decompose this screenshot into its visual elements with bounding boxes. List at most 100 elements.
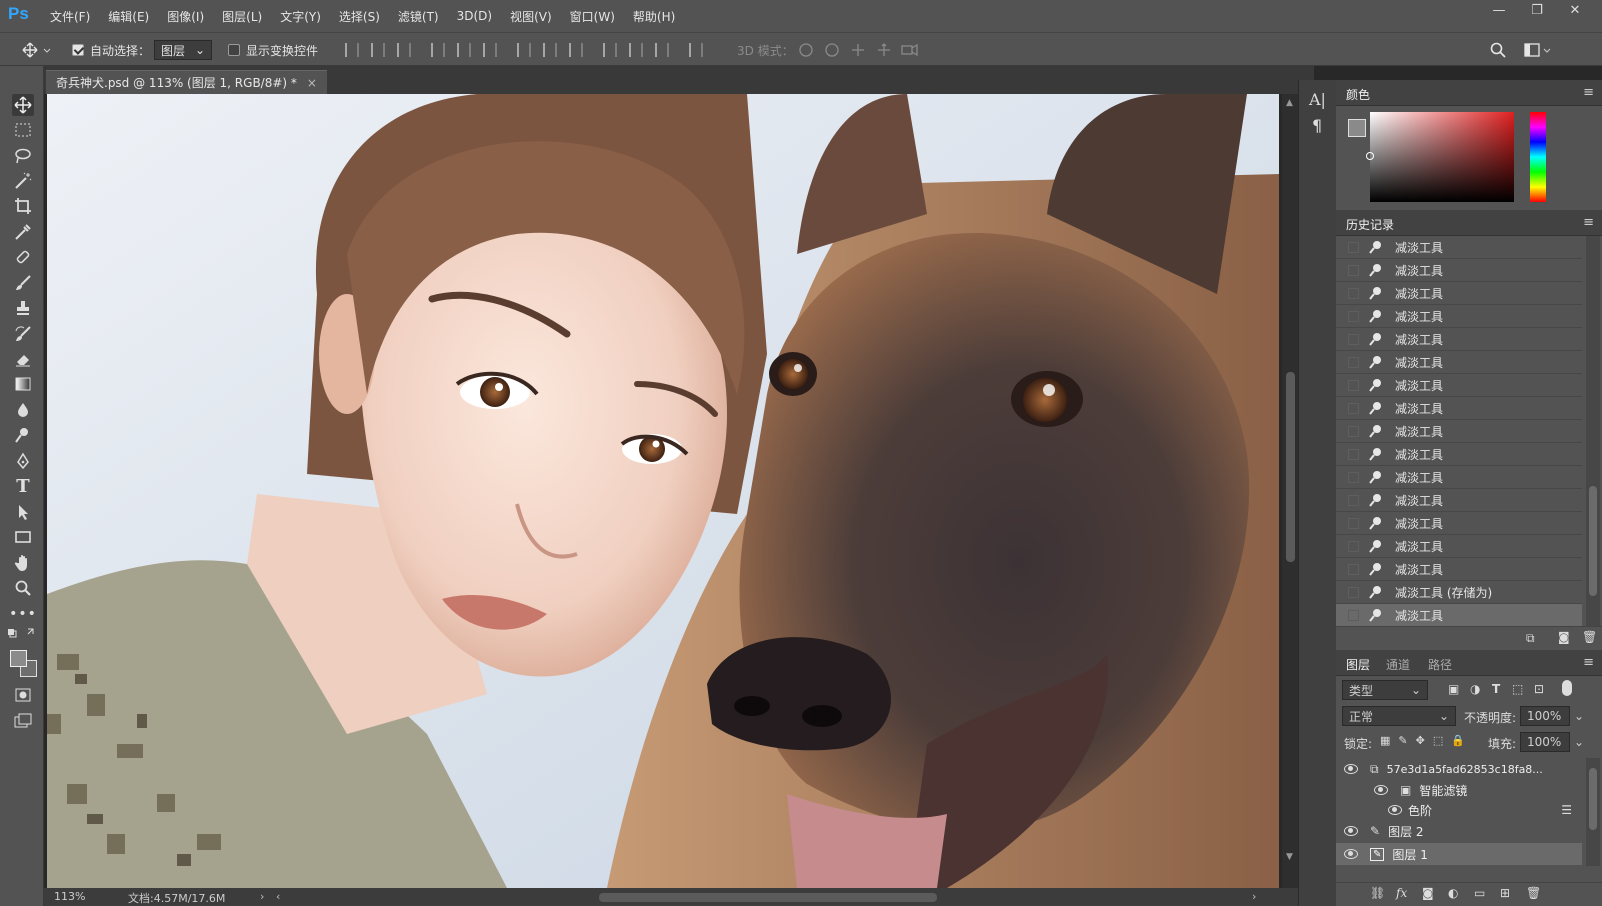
fill-input[interactable]: 100%	[1520, 732, 1570, 752]
menu-window[interactable]: 窗口(W)	[570, 8, 615, 25]
menu-select[interactable]: 选择(S)	[339, 8, 380, 25]
layers-scrollbar[interactable]	[1586, 758, 1600, 866]
distribute-hcenter-icon[interactable]	[629, 43, 643, 57]
filter-type-icon[interactable]: T	[1492, 682, 1500, 696]
history-scroll-thumb[interactable]	[1589, 486, 1597, 596]
history-panel-title[interactable]: 历史记录	[1346, 216, 1394, 233]
distribute-top-icon[interactable]	[517, 43, 531, 57]
auto-select-target-dropdown[interactable]: 图层 ⌄	[154, 40, 212, 60]
paragraph-panel-icon[interactable]: ¶	[1312, 116, 1322, 135]
history-step[interactable]: 减淡工具	[1336, 305, 1582, 328]
layer-row[interactable]: ✎ 图层 2	[1336, 820, 1582, 842]
panel-menu-icon[interactable]: ≡	[1583, 85, 1594, 100]
new-group-icon[interactable]: ▭	[1474, 886, 1485, 900]
trash-icon[interactable]: 🗑	[1582, 630, 1597, 644]
scroll-down-icon[interactable]: ▼	[1286, 852, 1293, 862]
scroll-left-icon[interactable]: ‹	[276, 890, 280, 903]
status-menu-arrow-icon[interactable]: ›	[260, 890, 264, 903]
panel-menu-icon[interactable]: ≡	[1583, 655, 1594, 670]
history-step[interactable]: 减淡工具	[1336, 489, 1582, 512]
scroll-right-icon[interactable]: ›	[1252, 890, 1256, 903]
minimize-button[interactable]: —	[1480, 0, 1518, 24]
history-brush-tool[interactable]	[12, 323, 34, 345]
tab-channels[interactable]: 通道	[1386, 656, 1410, 673]
magic-wand-tool[interactable]	[12, 170, 34, 192]
canvas-image[interactable]	[47, 94, 1279, 888]
visibility-eye-icon[interactable]	[1374, 785, 1388, 795]
align-hcenter-icon[interactable]	[457, 43, 471, 57]
color-swatches[interactable]	[10, 650, 38, 678]
history-step[interactable]: 减淡工具	[1336, 558, 1582, 581]
edit-toolbar-button[interactable]: •••	[9, 603, 36, 625]
filter-shape-icon[interactable]: ⬚	[1512, 682, 1523, 696]
history-step[interactable]: 减淡工具	[1336, 535, 1582, 558]
history-step[interactable]: 减淡工具	[1336, 512, 1582, 535]
filter-options-icon[interactable]: ☰	[1561, 803, 1572, 817]
auto-select-checkbox[interactable]: 自动选择：	[72, 40, 150, 60]
layer-row[interactable]: ⧉ 57e3d1a5fad62853c18fa8...	[1336, 758, 1582, 780]
healing-brush-tool[interactable]	[12, 246, 34, 268]
hand-tool[interactable]	[12, 552, 34, 574]
clone-stamp-tool[interactable]	[12, 297, 34, 319]
marquee-tool[interactable]	[12, 119, 34, 141]
history-scrollbar[interactable]	[1586, 236, 1600, 626]
menu-help[interactable]: 帮助(H)	[633, 8, 675, 25]
distribute-vcenter-icon[interactable]	[543, 43, 557, 57]
pen-tool[interactable]	[12, 450, 34, 472]
history-step[interactable]: 减淡工具	[1336, 420, 1582, 443]
menu-type[interactable]: 文字(Y)	[280, 8, 321, 25]
distribute-left-icon[interactable]	[603, 43, 617, 57]
foreground-color-swatch[interactable]	[10, 650, 27, 667]
color-field-picker[interactable]	[1366, 112, 1514, 202]
menu-filter[interactable]: 滤镜(T)	[398, 8, 439, 25]
history-step[interactable]: 减淡工具	[1336, 328, 1582, 351]
tab-paths[interactable]: 路径	[1428, 656, 1452, 673]
crop-tool[interactable]	[12, 195, 34, 217]
history-step[interactable]: 减淡工具	[1336, 374, 1582, 397]
path-selection-tool[interactable]	[12, 501, 34, 523]
brush-tool[interactable]	[12, 272, 34, 294]
horizontal-scroll-thumb[interactable]	[599, 893, 937, 902]
eyedropper-tool[interactable]	[12, 221, 34, 243]
history-step[interactable]: 减淡工具	[1336, 443, 1582, 466]
layer-filter-dropdown[interactable]: 类型 ⌄	[1342, 680, 1428, 700]
menu-view[interactable]: 视图(V)	[510, 8, 552, 25]
menu-layer[interactable]: 图层(L)	[222, 8, 262, 25]
history-step[interactable]: 减淡工具 (存储为)	[1336, 581, 1582, 604]
history-step[interactable]: 减淡工具	[1336, 259, 1582, 282]
eraser-tool[interactable]	[12, 348, 34, 370]
menu-file[interactable]: 文件(F)	[50, 8, 90, 25]
restore-button[interactable]: ❐	[1518, 0, 1556, 24]
search-button[interactable]	[1490, 40, 1506, 60]
tab-layers[interactable]: 图层	[1346, 656, 1370, 673]
zoom-tool[interactable]	[12, 577, 34, 599]
align-bottom-icon[interactable]	[397, 43, 411, 57]
visibility-eye-icon[interactable]	[1344, 826, 1358, 836]
chevron-down-icon[interactable]: ⌄	[1574, 709, 1584, 723]
blend-mode-dropdown[interactable]: 正常 ⌄	[1342, 706, 1456, 726]
rectangle-tool[interactable]	[12, 526, 34, 548]
move-tool[interactable]	[12, 94, 34, 116]
visibility-eye-icon[interactable]	[1344, 764, 1358, 774]
distribute-bottom-icon[interactable]	[569, 43, 583, 57]
align-vcenter-icon[interactable]	[371, 43, 385, 57]
visibility-eye-icon[interactable]	[1388, 805, 1402, 815]
menu-3d[interactable]: 3D(D)	[457, 9, 492, 23]
lock-icons[interactable]: ▦✎✥⬚🔒	[1380, 734, 1473, 747]
color-panel-title[interactable]: 颜色	[1346, 86, 1370, 103]
filter-toggle-switch[interactable]	[1562, 680, 1572, 696]
history-step[interactable]: 减淡工具	[1336, 397, 1582, 420]
menu-image[interactable]: 图像(I)	[167, 8, 204, 25]
fx-icon[interactable]: fx	[1396, 886, 1407, 900]
character-panel-icon[interactable]: A|	[1309, 90, 1326, 109]
hue-slider[interactable]	[1530, 112, 1546, 202]
layer-row-smart-filters[interactable]: ▣ 智能滤镜	[1336, 779, 1582, 801]
gradient-tool[interactable]	[12, 373, 34, 395]
history-step[interactable]: 减淡工具	[1336, 466, 1582, 489]
link-layers-icon[interactable]: ⛓	[1370, 886, 1385, 900]
visibility-eye-icon[interactable]	[1344, 849, 1358, 859]
distribute-right-icon[interactable]	[655, 43, 669, 57]
panel-menu-icon[interactable]: ≡	[1583, 215, 1594, 230]
align-left-icon[interactable]	[431, 43, 445, 57]
scroll-up-icon[interactable]: ▲	[1286, 98, 1293, 108]
